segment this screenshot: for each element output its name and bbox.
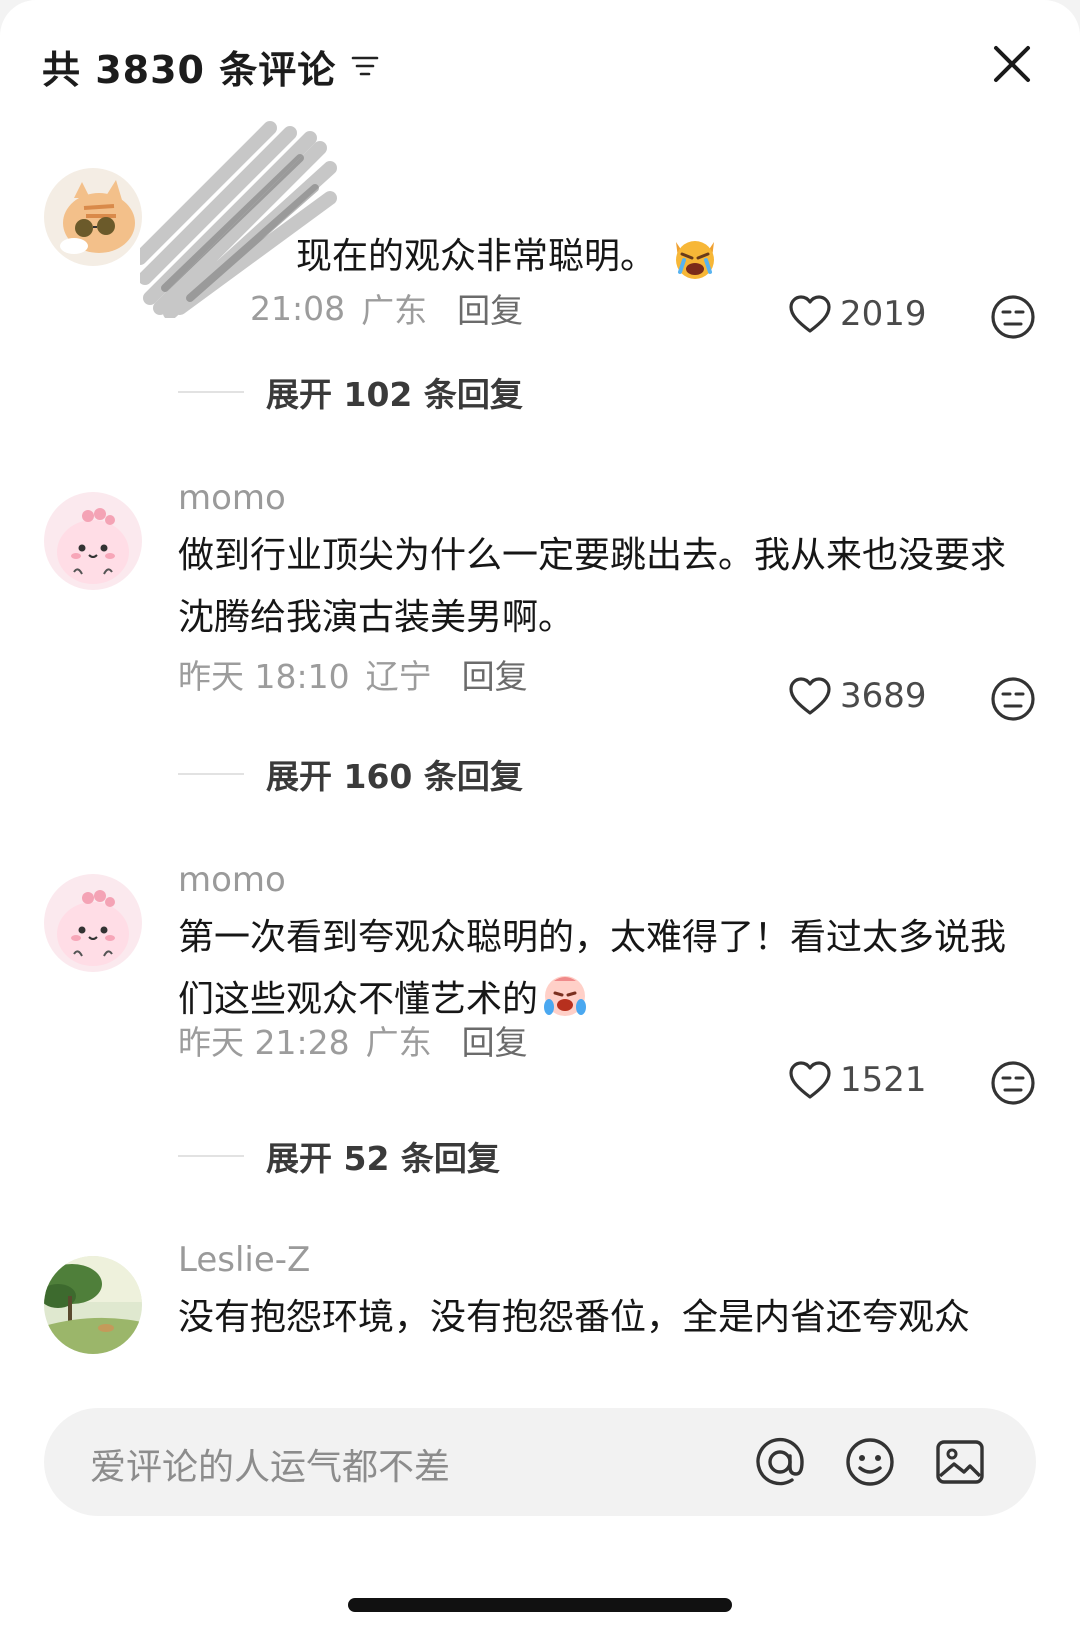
like-count: 1521 xyxy=(840,1060,927,1100)
cat-avatar-icon[interactable] xyxy=(44,168,142,266)
like-count: 2019 xyxy=(840,294,927,334)
expand-replies-label: 展开 160 条回复 xyxy=(266,757,523,796)
comment-meta: 21:08 广东 回复 xyxy=(250,284,523,332)
heart-icon xyxy=(789,1061,831,1099)
comment-text-content: 现在的观众非常聪明。 xyxy=(296,236,657,277)
heart-icon xyxy=(789,295,831,333)
comment-input-bar[interactable]: 爱评论的人运气都不差 xyxy=(44,1408,1036,1516)
comment-meta: 昨天 18:10 辽宁 回复 xyxy=(178,650,528,698)
comment-text: 第一次看到夸观众聪明的，太难得了！看过太多说我们这些观众不懂艺术的 xyxy=(178,907,1038,1031)
comment-time: 昨天 18:10 xyxy=(178,657,350,696)
comment-username[interactable]: momo xyxy=(178,860,286,900)
heart-icon xyxy=(789,677,831,715)
expand-replies[interactable]: 展开 160 条回复 xyxy=(178,750,523,798)
dislike-face-icon[interactable] xyxy=(990,1060,1036,1106)
like-button[interactable]: 1521 xyxy=(788,1060,927,1100)
comment-location: 辽宁 xyxy=(365,657,432,696)
comment-text-content: 第一次看到夸观众聪明的，太难得了！看过太多说我们这些观众不懂艺术的 xyxy=(178,917,1007,1020)
expand-divider xyxy=(178,391,244,393)
pink-blob-avatar-icon[interactable] xyxy=(44,492,142,590)
dislike-face-icon[interactable] xyxy=(990,676,1036,722)
expand-divider xyxy=(178,773,244,775)
expand-divider xyxy=(178,1155,244,1157)
reply-button[interactable]: 回复 xyxy=(462,650,528,698)
crying-face-emoji-icon xyxy=(544,976,587,1016)
dislike-face-icon[interactable] xyxy=(990,294,1036,340)
like-button[interactable]: 2019 xyxy=(788,294,927,334)
expand-replies[interactable]: 展开 102 条回复 xyxy=(178,368,523,416)
crying-cat-emoji-icon xyxy=(676,241,715,279)
expand-replies-label: 展开 52 条回复 xyxy=(266,1139,500,1178)
sort-filter-icon[interactable] xyxy=(350,51,380,81)
comment-text: 没有抱怨环境，没有抱怨番位，全是内省还夸观众 xyxy=(178,1297,971,1338)
comment-count-title: 共 3830 条评论 xyxy=(42,47,337,92)
scroll-fade xyxy=(0,1376,1080,1406)
reply-button[interactable]: 回复 xyxy=(457,284,523,332)
emoji-icon[interactable] xyxy=(842,1434,898,1490)
expand-replies-label: 展开 102 条回复 xyxy=(266,375,523,414)
comment-text: 做到行业顶尖为什么一定要跳出去。我从来也没要求沈腾给我演古装美男啊。 xyxy=(178,535,1007,638)
comment-input-placeholder[interactable]: 爱评论的人运气都不差 xyxy=(90,1438,450,1490)
comment-time: 21:08 xyxy=(250,288,346,328)
mention-at-icon[interactable] xyxy=(752,1434,808,1490)
comment-location: 广东 xyxy=(361,291,428,330)
comments-header: 共 3830 条评论 xyxy=(42,36,380,96)
like-count: 3689 xyxy=(840,676,927,716)
image-icon[interactable] xyxy=(932,1434,988,1490)
comment-location: 广东 xyxy=(365,1023,432,1062)
comment-meta: 昨天 21:28 广东 回复 xyxy=(178,1016,528,1064)
reply-button[interactable]: 回复 xyxy=(462,1016,528,1064)
home-indicator[interactable] xyxy=(348,1598,732,1612)
close-icon[interactable] xyxy=(988,40,1036,88)
landscape-avatar-icon[interactable] xyxy=(44,1256,142,1354)
comment-time: 昨天 21:28 xyxy=(178,1023,350,1062)
comments-sheet: 共 3830 条评论 现在的观众非常聪明。 21:08 广东 回复 2019 展… xyxy=(0,0,1080,1635)
expand-replies[interactable]: 展开 52 条回复 xyxy=(178,1132,500,1180)
comment-username[interactable]: Leslie-Z xyxy=(178,1240,310,1280)
pink-blob-avatar-icon[interactable] xyxy=(44,874,142,972)
comment-text: 现在的观众非常聪明。 xyxy=(296,226,996,288)
comment-username[interactable]: momo xyxy=(178,478,286,518)
like-button[interactable]: 3689 xyxy=(788,676,927,716)
